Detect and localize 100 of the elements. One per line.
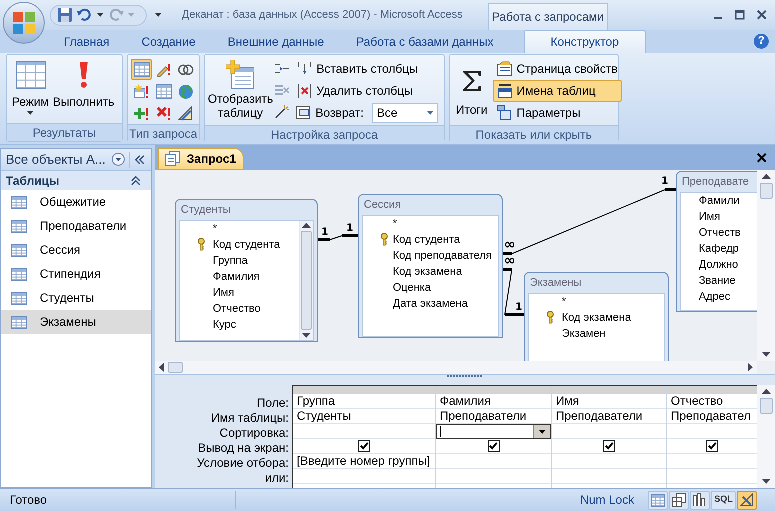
undo-icon[interactable] <box>77 7 93 23</box>
field-row[interactable]: Код студента <box>363 232 498 248</box>
view-button[interactable] <box>648 490 668 510</box>
view-button[interactable]: Режим <box>10 58 51 123</box>
grid-cell[interactable]: Группа <box>293 394 435 409</box>
field-row[interactable]: Звание <box>681 273 757 289</box>
run-button[interactable]: Выполнить <box>51 58 117 123</box>
close-icon[interactable] <box>757 153 767 163</box>
field-row[interactable]: * <box>180 221 299 237</box>
show-checkbox[interactable] <box>358 440 370 452</box>
table-box[interactable]: Экзамены * Код экзамена Экзамен <box>524 272 669 362</box>
field-row[interactable]: Отчество <box>180 301 299 317</box>
ribbon-tab[interactable]: Конструктор <box>524 30 646 53</box>
field-row[interactable]: Код студента <box>180 237 299 253</box>
ribbon-toggle-button[interactable]: Страница свойств <box>492 58 622 80</box>
ribbon-tab[interactable]: Внешние данные <box>212 30 340 53</box>
ribbon-tab[interactable]: Работа с базами данных <box>340 30 510 53</box>
grid-cell[interactable]: Преподаватели <box>436 409 551 424</box>
show-checkbox[interactable] <box>488 440 500 452</box>
field-row[interactable]: Фамилия <box>180 269 299 285</box>
grid-cell[interactable]: Преподаватели <box>552 409 666 424</box>
table-box[interactable]: Сессия * Код студента Код преподавателя Код экзамена Оценка Дата экзамена <box>358 194 503 338</box>
nav-item[interactable]: Экзамены <box>1 310 151 334</box>
sort-select[interactable] <box>436 424 551 439</box>
field-row[interactable]: * <box>363 216 498 232</box>
field-row[interactable]: Должно <box>681 257 757 273</box>
scroll-thumb[interactable] <box>301 231 312 330</box>
button-label: Итоги <box>456 102 488 119</box>
ribbon-tab[interactable]: Главная <box>48 30 126 53</box>
collapse-chevrons-icon[interactable] <box>134 154 146 164</box>
show-checkbox[interactable] <box>603 440 615 452</box>
key-icon <box>197 238 206 251</box>
help-button[interactable]: ? <box>754 34 769 49</box>
scroll-thumb[interactable] <box>168 362 183 374</box>
view-button[interactable] <box>669 490 690 510</box>
nav-section-header[interactable]: Таблицы <box>1 171 151 190</box>
scroll-up-icon <box>762 389 770 394</box>
caret-icon <box>128 13 135 17</box>
nav-item[interactable]: Сессия <box>1 238 151 262</box>
nav-item[interactable]: Стипендия <box>1 262 151 286</box>
maximize-icon[interactable] <box>735 10 745 20</box>
grid-cell[interactable]: Студенты <box>293 409 435 424</box>
table-box[interactable]: Студенты * Код студента Группа Фамилия Имя Отчество Курс <box>175 199 318 342</box>
grid-scrollbar[interactable] <box>757 385 775 488</box>
close-icon[interactable] <box>757 10 767 20</box>
check-icon <box>708 442 716 450</box>
field-row[interactable]: Имя <box>681 209 757 225</box>
field-row[interactable]: * <box>529 294 664 310</box>
query-type-button[interactable] <box>131 59 152 80</box>
field-row[interactable]: Код преподавателя <box>363 248 498 264</box>
field-row[interactable]: Фамили <box>681 193 757 209</box>
grid-cell[interactable]: Фамилия <box>436 394 551 409</box>
field-row[interactable]: Адрес <box>681 289 757 305</box>
nav-item[interactable]: Преподаватели <box>1 214 151 238</box>
customize-caret-icon <box>155 13 162 17</box>
table-box[interactable]: Преподавате Фамили Имя Отчеств Кафедр Должно Звание Адрес <box>676 171 757 312</box>
nav-item[interactable]: Общежитие <box>1 190 151 214</box>
view-button[interactable] <box>737 490 757 510</box>
pencil-icon <box>156 62 172 78</box>
redo-icon[interactable] <box>108 7 124 23</box>
field-row[interactable]: Код экзамена <box>363 264 498 280</box>
show-table-button[interactable]: Отобразить таблицу <box>208 58 274 125</box>
ribbon-toggle-button[interactable]: Параметры <box>492 102 622 124</box>
delete-columns-button[interactable]: Удалить столбцы <box>292 80 441 102</box>
field-row[interactable]: Имя <box>180 285 299 301</box>
field-row[interactable]: Курс <box>180 317 299 333</box>
field-row[interactable]: Оценка <box>363 280 498 296</box>
return-select[interactable]: Все <box>372 103 438 123</box>
datasheet-icon <box>651 494 666 506</box>
grid-cell[interactable]: Имя <box>552 394 666 409</box>
view-button[interactable]: SQL <box>711 490 736 510</box>
scroll-thumb[interactable] <box>760 398 772 414</box>
table-title: Преподавате <box>681 174 750 190</box>
horizontal-scrollbar[interactable] <box>155 361 757 374</box>
ribbon-tab[interactable]: Создание <box>126 30 212 53</box>
field-row[interactable]: Дата экзамена <box>363 296 498 312</box>
field-row[interactable]: Группа <box>180 253 299 269</box>
grid-cell[interactable]: [Введите номер группы] <box>293 454 435 469</box>
grid-row-label: или: <box>264 470 289 485</box>
insert-columns-button[interactable]: Вставить столбцы <box>292 58 441 80</box>
totals-button[interactable]: Итоги <box>453 58 491 125</box>
field-row[interactable]: Отчеств <box>681 225 757 241</box>
field-row[interactable]: Код экзамена <box>529 310 664 326</box>
nav-item[interactable]: Студенты <box>1 286 151 310</box>
show-checkbox[interactable] <box>706 440 718 452</box>
dropdown-circle-icon[interactable] <box>112 153 125 166</box>
ribbon-toggle-button[interactable]: Имена таблиц <box>492 80 622 102</box>
query-type-button[interactable] <box>153 81 174 102</box>
field-row[interactable]: Кафедр <box>681 241 757 257</box>
scroll-up-icon <box>302 223 311 228</box>
scroll-thumb[interactable] <box>760 183 772 199</box>
table-icon <box>11 292 27 304</box>
view-button[interactable] <box>690 490 710 510</box>
table-scrollbar[interactable] <box>299 221 313 340</box>
field-row[interactable]: Экзамен <box>529 326 664 342</box>
scroll-left-icon <box>159 363 164 372</box>
document-tab[interactable]: Запрос1 <box>158 148 244 170</box>
save-icon[interactable] <box>57 7 73 23</box>
vertical-scrollbar[interactable] <box>757 170 775 362</box>
wand-icon[interactable] <box>274 104 290 120</box>
